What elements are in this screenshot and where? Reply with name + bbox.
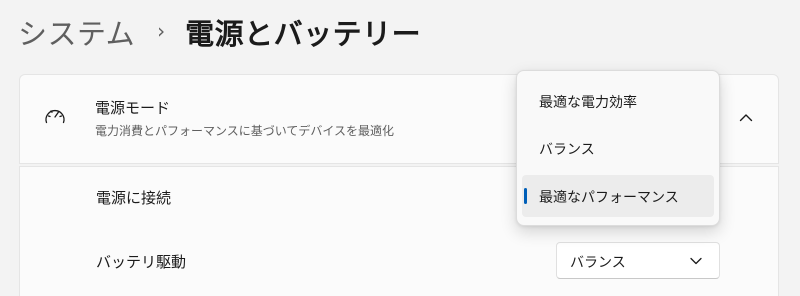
menu-item-best-performance[interactable]: 最適なパフォーマンス — [522, 175, 714, 217]
menu-item-label: 最適な電力効率 — [539, 95, 637, 111]
on-battery-label: バッテリ駆動 — [96, 253, 187, 271]
menu-item-label: バランス — [539, 142, 595, 158]
menu-item-best-power-efficiency[interactable]: 最適な電力効率 — [522, 80, 714, 122]
breadcrumb-separator: › — [157, 19, 166, 43]
plugged-in-mode-dropdown-menu: 最適な電力効率 バランス 最適なパフォーマンス — [516, 70, 720, 226]
speedometer-icon — [42, 104, 68, 130]
selection-indicator — [524, 188, 527, 204]
menu-item-label: 最適なパフォーマンス — [539, 190, 679, 206]
on-battery-mode-dropdown[interactable]: バランス — [556, 242, 720, 279]
page-title: 電源とバッテリー — [185, 17, 422, 51]
breadcrumb-parent-system[interactable]: システム — [18, 11, 135, 53]
power-mode-description: 電力消費とパフォーマンスに基づいてデバイスを最適化 — [95, 124, 395, 138]
collapse-button[interactable] — [730, 103, 762, 135]
chevron-down-icon — [690, 257, 702, 265]
plugged-in-label: 電源に接続 — [96, 189, 172, 207]
breadcrumb: システム › 電源とバッテリー — [18, 10, 421, 54]
chevron-up-icon — [739, 114, 753, 122]
menu-item-balanced[interactable]: バランス — [522, 127, 714, 169]
power-mode-title: 電源モード — [95, 99, 171, 117]
on-battery-mode-value: バランス — [570, 255, 626, 271]
